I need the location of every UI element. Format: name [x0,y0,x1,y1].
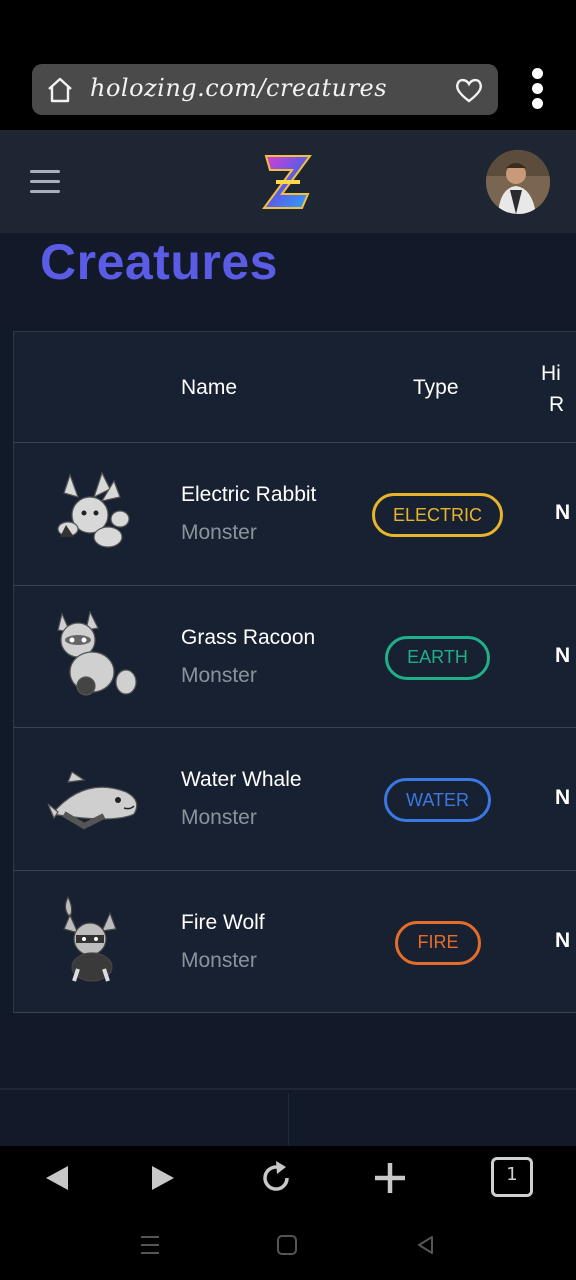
column-header-truncated[interactable]: Hi R [541,358,564,420]
creature-kind: Monster [181,521,257,544]
footer-column-divider [288,1093,289,1145]
site-header [0,130,576,233]
forward-icon[interactable] [142,1158,182,1198]
creature-kind: Monster [181,663,257,687]
logo[interactable] [262,152,314,212]
heart-icon[interactable] [454,76,484,104]
address-bar[interactable]: holozing.com/creatures [32,64,498,115]
type-badge-electric: ELECTRIC [372,493,503,537]
back-nav-icon[interactable] [414,1234,436,1256]
avatar[interactable] [486,150,550,214]
creature-kind: Monster [181,948,257,972]
creature-image [63,895,117,982]
creature-name: Fire Wolf [181,910,265,934]
browser-toolbar: holozing.com/creatures [0,56,576,130]
table-row[interactable]: Electric Rabbit Monster ELECTRIC N [14,443,576,586]
back-icon[interactable] [38,1158,78,1198]
table-row[interactable]: Water Whale Monster WATER N [14,728,576,871]
footer-divider [0,1088,576,1090]
tab-count-button[interactable]: 1 [491,1157,533,1197]
creature-image [57,471,130,548]
table-row[interactable]: Grass Racoon Monster EARTH N [14,586,576,728]
page-title: Creatures [40,234,278,290]
creature-name: Electric Rabbit [181,483,317,506]
creature-image [47,771,138,830]
url-text[interactable]: holozing.com/creatures [90,74,387,102]
truncated-cell: N [555,928,571,952]
type-badge-water: WATER [384,778,491,822]
creature-kind: Monster [181,806,257,829]
status-bar [0,0,576,56]
reload-icon[interactable] [256,1158,296,1198]
table-row[interactable]: Fire Wolf Monster FIRE N [14,871,576,1013]
plus-icon[interactable] [370,1158,410,1198]
page-content: Creatures Name Type Hi R Electric Rabbit… [0,233,576,1146]
creature-name: Grass Racoon [181,625,316,649]
table-header: Name Type Hi R [14,332,576,443]
type-badge-earth: EARTH [385,635,490,680]
hamburger-icon[interactable] [30,170,60,194]
home-nav-icon[interactable] [276,1234,298,1256]
creature-image [57,609,137,696]
browser-bottom-toolbar: 1 [0,1146,576,1210]
column-header-type[interactable]: Type [413,376,459,400]
truncated-cell: N [555,643,571,667]
system-navigation-bar [0,1210,576,1280]
creature-name: Water Whale [181,768,302,791]
kebab-menu-icon[interactable] [524,66,550,114]
truncated-cell: N [555,501,571,524]
creatures-table: Name Type Hi R Electric Rabbit Monster E… [13,331,576,1013]
home-icon[interactable] [46,76,74,104]
recent-apps-icon[interactable] [138,1234,162,1256]
truncated-cell: N [555,786,571,809]
type-badge-fire: FIRE [395,920,481,965]
column-header-name[interactable]: Name [181,376,237,400]
